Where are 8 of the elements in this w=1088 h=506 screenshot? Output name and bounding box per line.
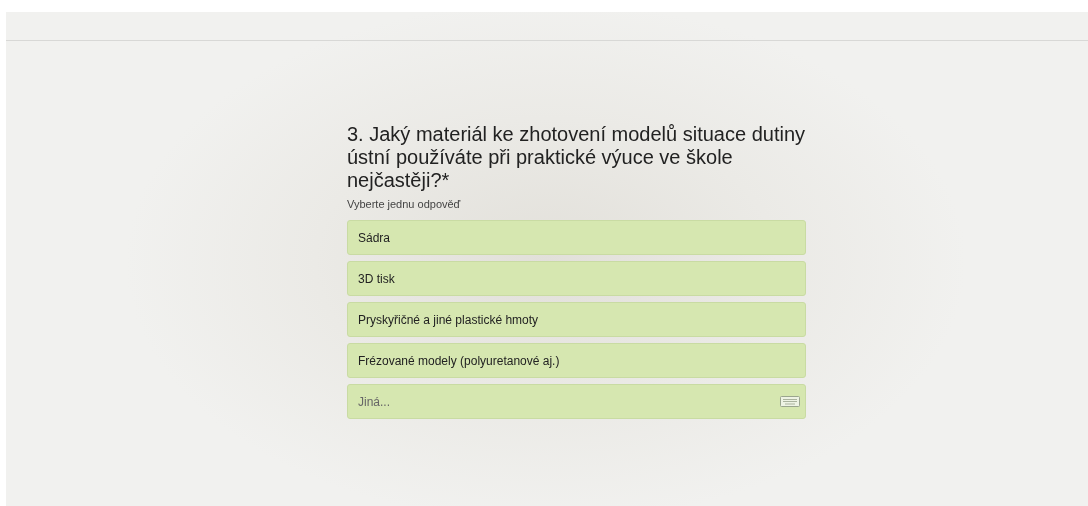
other-answer-field[interactable]: Jiná... [347,384,806,419]
keyboard-icon [780,396,800,407]
answer-option[interactable]: Frézované modely (polyuretanové aj.) [347,343,806,378]
question-hint: Vyberte jednu odpověď [347,198,462,210]
question-title: 3. Jaký materiál ke zhotovení modelů situace dutiny ústní používáte při praktické výuce ve škole nejčastěji?* [347,123,807,192]
answer-option[interactable]: Sádra [347,220,806,255]
answer-option[interactable]: 3D tisk [347,261,806,296]
answer-option[interactable]: Pryskyřičné a jiné plastické hmoty [347,302,806,337]
